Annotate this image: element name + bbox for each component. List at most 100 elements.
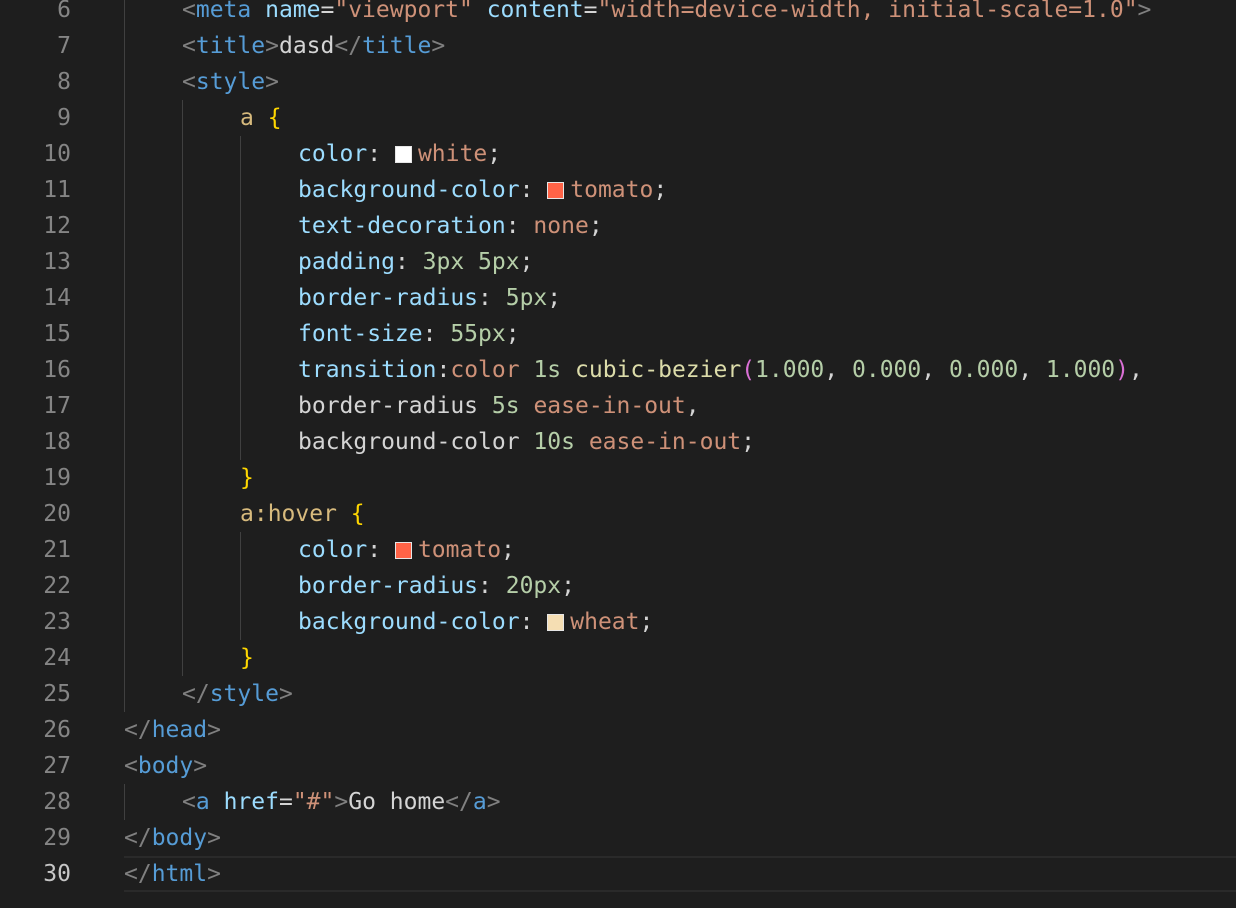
code-line-current[interactable]: </html> <box>124 856 1236 892</box>
token: : <box>519 177 548 203</box>
code-line[interactable]: <title>dasd</title> <box>124 28 1236 64</box>
code-line[interactable]: border-radius: 5px; <box>124 280 1236 316</box>
token: "viewport" <box>334 0 473 23</box>
code-line[interactable]: a:hover { <box>124 496 1236 532</box>
code-line[interactable]: </body> <box>124 820 1236 856</box>
token: </ <box>182 681 210 707</box>
token: ; <box>501 537 515 563</box>
code-line[interactable]: } <box>124 460 1236 496</box>
token: ; <box>547 285 562 311</box>
token: ; <box>588 213 603 239</box>
token: body <box>151 825 208 851</box>
token: html <box>151 861 208 887</box>
line-number: 11 <box>43 177 71 203</box>
token: </ <box>124 825 152 851</box>
line-number: 10 <box>43 141 71 167</box>
token: a <box>240 105 254 131</box>
line-number: 24 <box>43 645 71 671</box>
token: : <box>422 321 451 347</box>
token: 20px <box>505 573 562 599</box>
line-number: 23 <box>43 609 71 635</box>
line-number: 18 <box>43 429 71 455</box>
token: , <box>1129 357 1143 383</box>
code-line[interactable]: transition:color 1s cubic-bezier(1.000, … <box>124 352 1236 388</box>
color-swatch[interactable] <box>394 146 412 163</box>
token: > <box>334 789 349 815</box>
line-number-gutter: 6 7 8 9 10 11 12 13 14 15 16 17 18 19 20… <box>0 0 100 892</box>
token: white <box>417 141 488 167</box>
token: ( <box>741 357 756 383</box>
token: Go home <box>348 789 446 815</box>
color-swatch[interactable] <box>547 614 565 631</box>
token: < <box>124 753 138 779</box>
color-swatch[interactable] <box>394 542 412 559</box>
token: , <box>685 393 700 419</box>
token: tomato <box>417 537 502 563</box>
token: background-color <box>298 429 520 455</box>
code-line[interactable]: a { <box>124 100 1236 136</box>
token: style <box>209 681 279 707</box>
line-number: 20 <box>43 501 71 527</box>
token: } <box>240 465 254 491</box>
line-number: 12 <box>43 213 71 239</box>
token: ; <box>741 429 756 455</box>
code-area[interactable]: <meta name="viewport" content="width=dev… <box>124 0 1236 892</box>
token: background-color <box>298 177 520 203</box>
token: ; <box>505 321 520 347</box>
token: ease-in-out <box>588 429 742 455</box>
line-number: 7 <box>57 33 71 59</box>
code-line[interactable]: background-color 10s ease-in-out; <box>124 424 1236 460</box>
token: : <box>394 249 423 275</box>
token: "width=device-width, initial-scale=1.0" <box>597 0 1138 23</box>
code-line[interactable]: padding: 3px 5px; <box>124 244 1236 280</box>
token: = <box>320 0 335 23</box>
code-line[interactable]: color: white; <box>124 136 1236 172</box>
code-line[interactable]: <meta name="viewport" content="width=dev… <box>124 0 1236 28</box>
code-line[interactable]: </style> <box>124 676 1236 712</box>
line-number: 21 <box>43 537 71 563</box>
code-editor[interactable]: 6 7 8 9 10 11 12 13 14 15 16 17 18 19 20… <box>0 0 1236 908</box>
token: border-radius <box>298 393 479 419</box>
token: > <box>207 861 221 887</box>
token: 0.000 <box>852 357 922 383</box>
line-number: 17 <box>43 393 71 419</box>
code-line[interactable]: background-color: tomato; <box>124 172 1236 208</box>
code-line[interactable]: background-color: wheat; <box>124 604 1236 640</box>
token: ; <box>639 609 654 635</box>
code-line[interactable]: <a href="#">Go home</a> <box>124 784 1236 820</box>
line-number-current: 30 <box>43 861 71 887</box>
token: , <box>1018 357 1046 383</box>
token: </ <box>124 861 152 887</box>
token: 10s <box>533 429 575 455</box>
token: > <box>207 825 221 851</box>
token: padding <box>298 249 395 275</box>
token: : <box>367 537 395 563</box>
code-line[interactable]: font-size: 55px; <box>124 316 1236 352</box>
token: ; <box>519 249 534 275</box>
code-line[interactable]: } <box>124 640 1236 676</box>
token: ) <box>1115 357 1130 383</box>
token: border-radius <box>298 573 479 599</box>
code-line[interactable]: border-radius: 20px; <box>124 568 1236 604</box>
token: > <box>486 789 501 815</box>
token: 1.000 <box>1045 357 1116 383</box>
token: , <box>824 357 852 383</box>
code-line[interactable]: <style> <box>124 64 1236 100</box>
token: > <box>1137 0 1152 23</box>
code-line[interactable]: <body> <box>124 748 1236 784</box>
code-line[interactable]: text-decoration: none; <box>124 208 1236 244</box>
code-line[interactable]: border-radius 5s ease-in-out, <box>124 388 1236 424</box>
token: 5px <box>505 285 548 311</box>
token: < <box>182 33 196 59</box>
color-swatch[interactable] <box>547 182 565 199</box>
code-line[interactable]: </head> <box>124 712 1236 748</box>
token: transition <box>298 357 437 383</box>
code-line[interactable]: color: tomato; <box>124 532 1236 568</box>
